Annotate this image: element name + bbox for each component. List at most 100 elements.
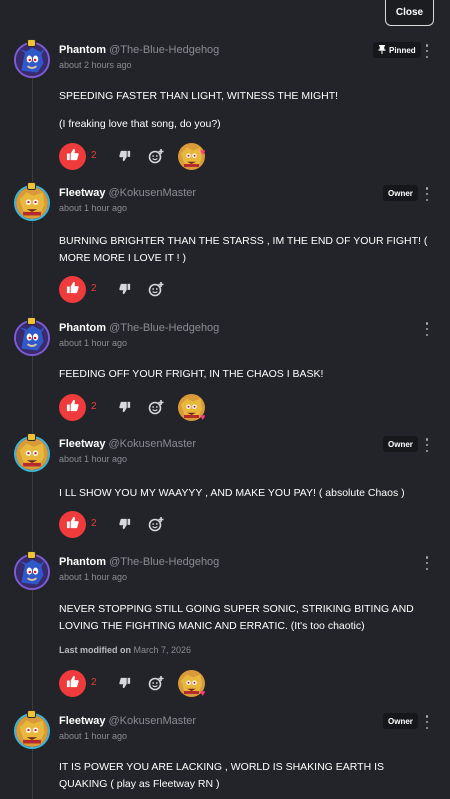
author-line: Phantom @The-Blue-Hedgehog: [59, 44, 219, 56]
comment-list: Phantom @The-Blue-Hedgehog about 2 hours a…: [0, 0, 450, 799]
thumbs-up-icon: [66, 675, 79, 693]
badge-label: Owner: [388, 716, 413, 726]
avatar-badge-icon: [27, 317, 36, 325]
author-handle: @The-Blue-Hedgehog: [109, 44, 220, 56]
like-button[interactable]: [59, 511, 86, 538]
add-reaction-button[interactable]: [148, 399, 164, 415]
comment-text: IT IS POWER YOU ARE LACKING , WORLD IS S…: [59, 761, 384, 790]
author-line: Fleetway @KokusenMaster: [59, 715, 196, 727]
dislike-button[interactable]: [119, 400, 133, 414]
avatar[interactable]: [14, 42, 50, 78]
author-handle: @The-Blue-Hedgehog: [109, 556, 220, 568]
thumbs-up-icon: [66, 148, 79, 166]
pin-icon: [378, 44, 386, 56]
owner-badge: Owner: [383, 713, 418, 729]
like-button[interactable]: [59, 276, 86, 303]
like-count: 2: [91, 283, 97, 294]
comment-actions: 2: [59, 276, 439, 304]
thumbs-up-icon: [66, 281, 79, 299]
comment-text: (I freaking love that song, do you?): [59, 118, 221, 130]
author-name[interactable]: Phantom: [59, 556, 106, 568]
avatar-badge-icon: [27, 551, 36, 559]
comment-text: I LL SHOW YOU MY WAAYYY , AND MAKE YOU P…: [59, 487, 405, 499]
add-reaction-button[interactable]: [148, 516, 164, 532]
like-count: 2: [91, 401, 97, 412]
like-count: 2: [91, 150, 97, 161]
like-button[interactable]: [59, 143, 86, 170]
author-handle: @KokusenMaster: [108, 187, 197, 199]
comment-text: FEEDING OFF YOUR FRIGHT, IN THE CHAOS I …: [59, 368, 324, 380]
thumbs-up-icon: [66, 399, 79, 417]
comment-text: NEVER STOPPING STILL GOING SUPER SONIC, …: [59, 603, 414, 632]
add-reaction-button[interactable]: [148, 675, 164, 691]
kebab-menu-icon[interactable]: [424, 556, 430, 570]
timestamp: about 1 hour ago: [59, 731, 128, 741]
add-reaction-icon: [148, 517, 164, 536]
add-reaction-icon: [148, 149, 164, 168]
top-bar: Close: [0, 0, 450, 28]
timestamp: about 1 hour ago: [59, 203, 128, 213]
author-name[interactable]: Phantom: [59, 322, 106, 334]
like-button[interactable]: [59, 394, 86, 421]
timestamp: about 1 hour ago: [59, 572, 128, 582]
last-modified-date: March 7, 2026: [133, 645, 192, 655]
author-name[interactable]: Fleetway: [59, 438, 105, 450]
avatar[interactable]: [14, 713, 50, 749]
add-reaction-icon: [148, 400, 164, 419]
avatar[interactable]: [14, 185, 50, 221]
close-button[interactable]: Close: [385, 0, 434, 26]
kebab-menu-icon[interactable]: [424, 438, 430, 452]
kebab-menu-icon[interactable]: [424, 322, 430, 336]
kebab-menu-icon[interactable]: [424, 715, 430, 729]
dislike-button[interactable]: [119, 282, 133, 296]
comment-actions: 2 ♥: [59, 143, 439, 171]
like-count: 2: [91, 677, 97, 688]
author-line: Fleetway @KokusenMaster: [59, 438, 196, 450]
author-line: Fleetway @KokusenMaster: [59, 187, 196, 199]
thumbs-down-icon: [119, 149, 131, 166]
timestamp: about 1 hour ago: [59, 338, 128, 348]
comment-actions: 2 ♥: [59, 394, 439, 422]
author-handle: @The-Blue-Hedgehog: [109, 322, 220, 334]
author-name[interactable]: Fleetway: [59, 715, 105, 727]
owner-badge: Owner: [383, 436, 418, 452]
add-reaction-button[interactable]: [148, 148, 164, 164]
heart-icon: ♥: [200, 412, 206, 422]
avatar[interactable]: [14, 554, 50, 590]
author-handle: @KokusenMaster: [108, 438, 197, 450]
comment-actions: 2 ♥: [59, 670, 439, 698]
author-handle: @KokusenMaster: [108, 715, 197, 727]
author-line: Phantom @The-Blue-Hedgehog: [59, 556, 219, 568]
badge-label: Owner: [388, 439, 413, 449]
avatar-badge-icon: [27, 182, 36, 190]
comment-text: SPEEDING FASTER THAN LIGHT, WITNESS THE …: [59, 90, 339, 102]
kebab-menu-icon[interactable]: [424, 187, 430, 201]
timestamp: about 1 hour ago: [59, 454, 128, 464]
author-name[interactable]: Phantom: [59, 44, 106, 56]
avatar[interactable]: [14, 436, 50, 472]
add-reaction-button[interactable]: [148, 281, 164, 297]
avatar-badge-icon: [27, 710, 36, 718]
dislike-button[interactable]: [119, 149, 133, 163]
dislike-button[interactable]: [119, 517, 133, 531]
pinned-badge: Pinned: [373, 42, 421, 58]
owner-badge: Owner: [383, 185, 418, 201]
dislike-button[interactable]: [119, 676, 133, 690]
badge-label: Owner: [388, 188, 413, 198]
kebab-menu-icon[interactable]: [424, 44, 430, 58]
like-button[interactable]: [59, 670, 86, 697]
thumbs-down-icon: [119, 676, 131, 693]
comment-actions: 2: [59, 511, 439, 539]
thumbs-down-icon: [119, 282, 131, 299]
last-modified-label: Last modified on: [59, 645, 131, 655]
thumbs-up-icon: [66, 516, 79, 534]
add-reaction-icon: [148, 282, 164, 301]
like-count: 2: [91, 518, 97, 529]
author-name[interactable]: Fleetway: [59, 187, 105, 199]
avatar[interactable]: [14, 320, 50, 356]
badge-label: Pinned: [389, 45, 416, 55]
avatar-badge-icon: [27, 433, 36, 441]
add-reaction-icon: [148, 676, 164, 695]
last-modified: Last modified on March 7, 2026: [59, 645, 191, 655]
comment-text: BURNING BRIGHTER THAN THE STARSS , IM TH…: [59, 235, 428, 264]
